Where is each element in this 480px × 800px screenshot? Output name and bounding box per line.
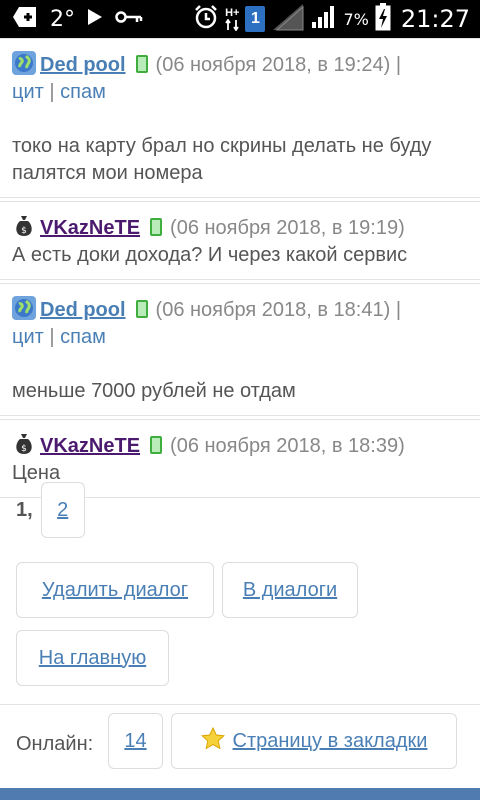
user-nick-link[interactable]: Ded pool — [40, 299, 126, 321]
money-bag-icon: $ — [12, 432, 36, 456]
mobile-icon — [135, 55, 148, 73]
svg-text:$: $ — [21, 226, 27, 236]
pagination: 1, 2 — [16, 482, 85, 538]
battery-percent: 7% — [343, 9, 369, 29]
data-transfer-icon: H+ — [225, 7, 239, 31]
message-date: (06 ноября 2018, в 18:41) — [155, 299, 391, 321]
status-bar: 2° H+ 1 7% 21:27 — [0, 0, 480, 38]
mobile-icon — [135, 300, 148, 318]
mobile-icon — [150, 218, 163, 236]
temperature: 2° — [50, 6, 75, 32]
message-date: (06 ноября 2018, в 18:39) — [170, 435, 405, 457]
home-button[interactable]: На главную — [16, 630, 169, 686]
message-date: (06 ноября 2018, в 19:24) — [155, 54, 391, 76]
mobile-icon — [150, 436, 163, 454]
current-page: 1, — [16, 498, 33, 521]
message-item: Ded pool (06 ноября 2018, в 18:41) | цит … — [0, 283, 480, 416]
user-nick-link[interactable]: VKazNeTE — [40, 217, 140, 239]
clock: 21:27 — [400, 5, 470, 33]
delete-dialog-button[interactable]: Удалить диалог — [16, 562, 214, 618]
play-icon — [87, 8, 103, 31]
globe-icon — [12, 296, 36, 320]
page-2-button[interactable]: 2 — [40, 482, 85, 538]
bookmark-label: Страницу в закладки — [232, 729, 428, 752]
battery-charging-icon — [375, 2, 391, 36]
message-list: Ded pool (06 ноября 2018, в 19:24) | цит … — [0, 38, 480, 498]
message-date: (06 ноября 2018, в 19:19) — [170, 217, 405, 239]
message-text: А есть доки дохода? И через какой сервис — [12, 244, 408, 266]
dialogs-button[interactable]: В диалоги — [222, 562, 358, 618]
sim-icon: 1 — [245, 6, 266, 32]
footer: Онлайн: 14 Страницу в закладки — [0, 704, 480, 788]
globe-icon — [12, 51, 36, 75]
quote-link[interactable]: цит — [12, 326, 44, 348]
alarm-icon — [193, 4, 219, 35]
message-plus-icon — [12, 6, 38, 33]
message-text: меньше 7000 рублей не отдам — [12, 380, 296, 402]
star-icon — [200, 726, 225, 756]
money-bag-icon: $ — [12, 214, 36, 238]
online-label: Онлайн: — [16, 733, 94, 755]
key-icon — [115, 10, 143, 29]
message-item: $ VKazNeTE (06 ноября 2018, в 19:19) А ес… — [0, 201, 480, 280]
message-item: Ded pool (06 ноября 2018, в 19:24) | цит … — [0, 38, 480, 198]
user-nick-link[interactable]: Ded pool — [40, 54, 126, 76]
quote-link[interactable]: цит — [12, 81, 44, 103]
svg-text:$: $ — [21, 444, 27, 454]
message-text: токо на карту брал но скрины делать не б… — [12, 135, 432, 184]
spam-link[interactable]: спам — [60, 326, 106, 348]
user-nick-link[interactable]: VKazNeTE — [40, 435, 140, 457]
signal-icon — [311, 5, 337, 34]
bottom-bar — [0, 788, 480, 800]
signal-empty-icon — [271, 2, 305, 37]
spam-link[interactable]: спам — [60, 81, 106, 103]
bookmark-button[interactable]: Страницу в закладки — [171, 713, 457, 769]
online-count-button[interactable]: 14 — [108, 713, 163, 769]
